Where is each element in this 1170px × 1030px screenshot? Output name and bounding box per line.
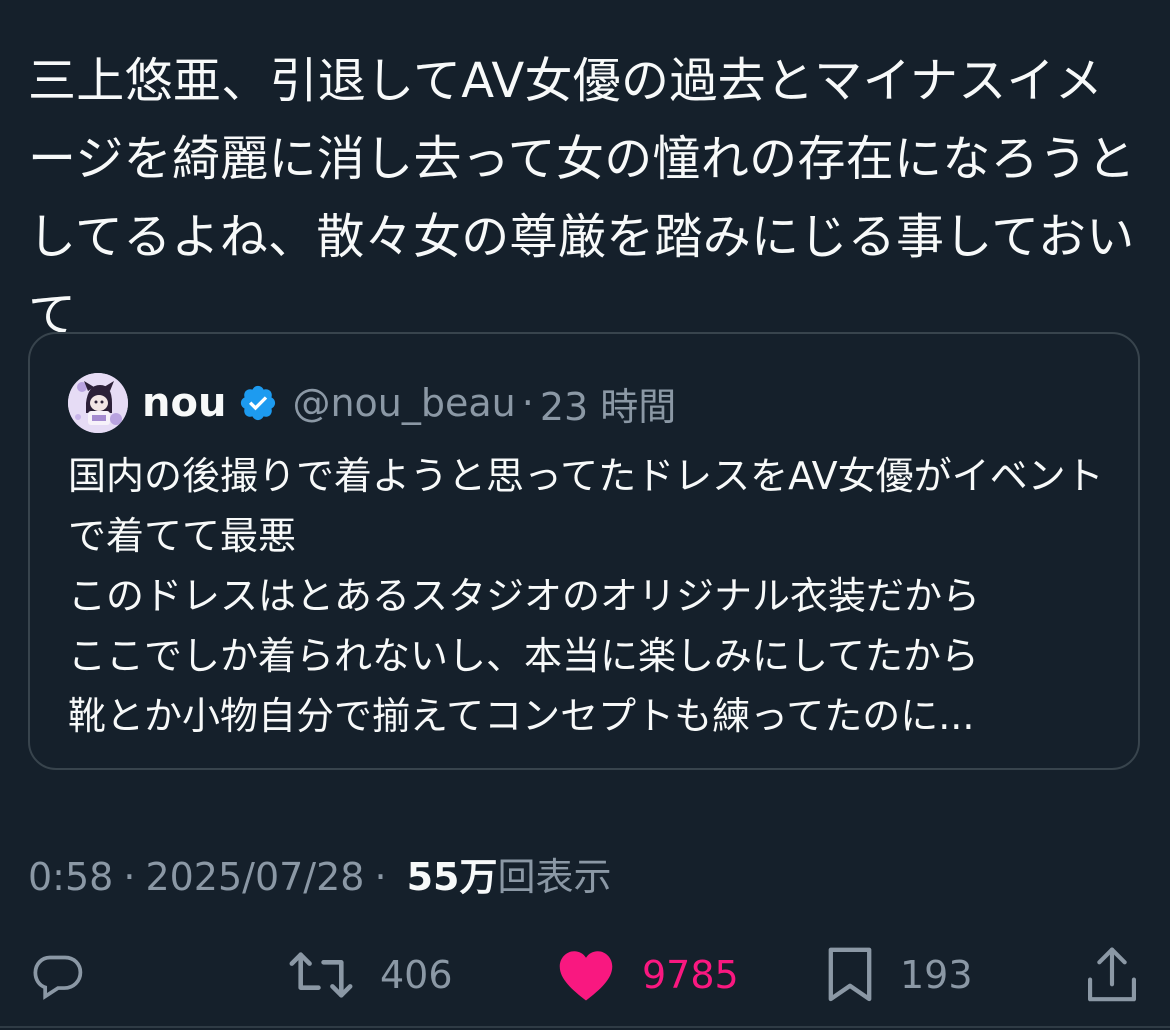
- quoted-time-ago[interactable]: 23 時間: [540, 376, 676, 431]
- retweet-icon: [289, 952, 353, 998]
- quoted-tweet-card[interactable]: nou @nou_beau · 23 時間 国内の後撮りで着ようと思ってたドレス…: [28, 332, 1140, 770]
- separator-dot: ·: [123, 855, 136, 899]
- retweet-count: 406: [380, 953, 453, 997]
- bookmark-button[interactable]: 193: [826, 940, 973, 1010]
- share-icon: [1088, 947, 1136, 1002]
- tweet-date[interactable]: 2025/07/28: [145, 855, 364, 899]
- views-label: 回表示: [497, 855, 612, 899]
- views-count: 55万: [406, 855, 498, 899]
- avatar-illustration-icon[interactable]: [68, 373, 128, 433]
- tweet-time[interactable]: 0:58: [28, 855, 113, 899]
- like-button[interactable]: 9785: [556, 940, 739, 1010]
- action-bar: 406 9785 193: [0, 940, 1170, 1010]
- share-button[interactable]: [1084, 940, 1140, 1010]
- bottom-divider: [0, 1026, 1170, 1028]
- quoted-display-name[interactable]: nou: [142, 380, 226, 426]
- quoted-tweet-header: nou @nou_beau · 23 時間: [68, 372, 676, 434]
- reply-icon: [33, 955, 83, 1000]
- quoted-tweet-text: 国内の後撮りで着ようと思ってたドレスをAV女優がイベントで着てて最悪 このドレス…: [68, 454, 1104, 738]
- retweet-button[interactable]: 406: [288, 940, 453, 1010]
- separator-dot: ·: [521, 381, 534, 425]
- heart-icon: [559, 951, 613, 1001]
- separator-dot: ·: [374, 855, 387, 899]
- bookmark-count: 193: [900, 953, 973, 997]
- tweet-meta: 0:58 · 2025/07/28 · 55万 回表示: [28, 846, 611, 901]
- verified-badge-icon: [241, 385, 276, 421]
- tweet-text: 三上悠亜、引退してAV女優の過去とマイナスイメージを綺麗に消し去って女の憧れの存…: [28, 53, 1136, 343]
- like-count: 9785: [642, 953, 739, 997]
- quoted-handle[interactable]: @nou_beau: [292, 381, 515, 425]
- reply-button[interactable]: [30, 940, 86, 1010]
- bookmark-icon: [828, 947, 872, 1002]
